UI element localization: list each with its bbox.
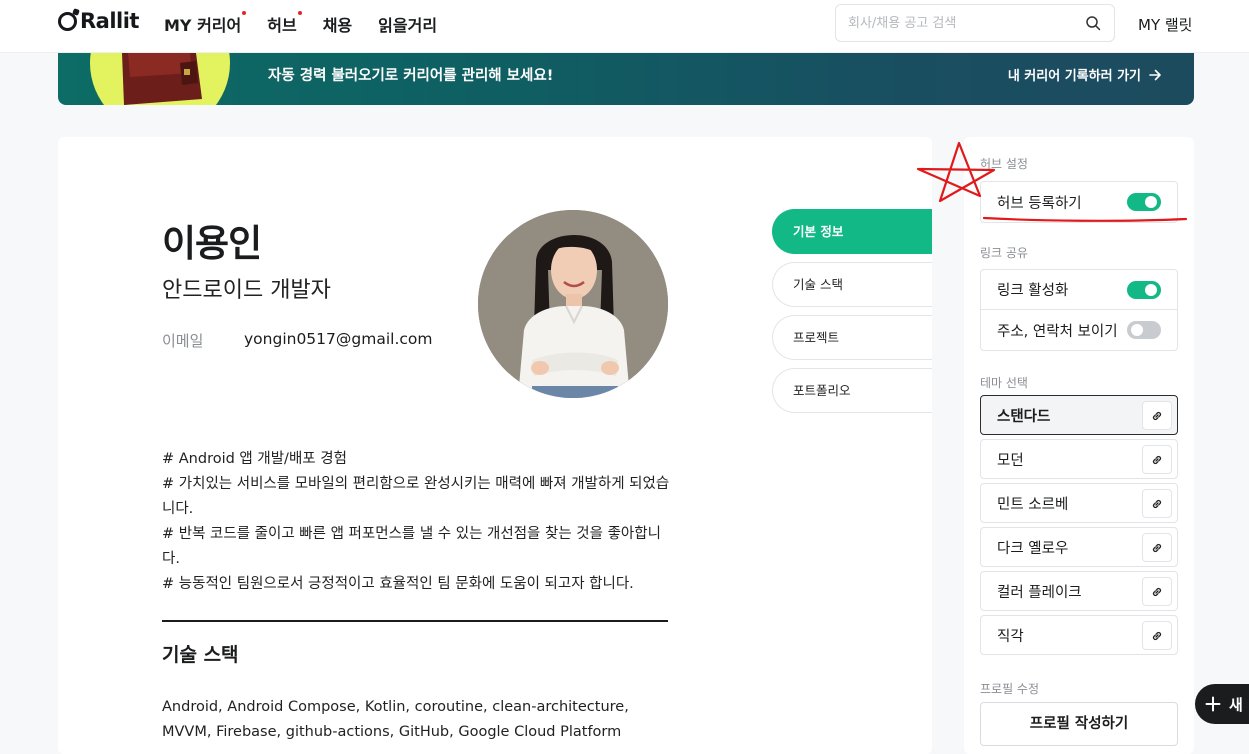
- tab-projects[interactable]: 프로젝트: [772, 315, 932, 360]
- intro-text: # Android 앱 개발/배포 경험 # 가치있는 서비스를 모바일의 편리…: [162, 447, 672, 597]
- tab-basic-info[interactable]: 기본 정보: [772, 209, 932, 254]
- link-share-label: 링크 공유: [980, 246, 1028, 260]
- tab-skills[interactable]: 기술 스택: [772, 262, 932, 307]
- link-icon[interactable]: [1142, 489, 1172, 518]
- nav-jobs[interactable]: 채용: [323, 12, 352, 36]
- profile-edit-label: 프로필 수정: [980, 682, 1040, 696]
- theme-dark-yellow[interactable]: 다크 옐로우: [980, 527, 1178, 567]
- profile-role: 안드로이드 개발자: [162, 278, 331, 303]
- theme-square[interactable]: 직각: [980, 615, 1178, 655]
- theme-label: 민트 소르베: [997, 496, 1069, 513]
- fab-label: 새: [1229, 695, 1243, 714]
- nav-hub[interactable]: 허브: [267, 11, 302, 36]
- skills-title: 기술 스택: [162, 644, 239, 666]
- banner-text: 자동 경력 불러오기로 커리어를 관리해 보세요!: [268, 68, 554, 84]
- nav-label: 채용: [322, 16, 353, 35]
- nav-my-career[interactable]: MY 커리어: [164, 11, 247, 36]
- search-input[interactable]: [836, 5, 1066, 41]
- theme-label: 스탠다드: [997, 408, 1051, 425]
- intro-line: # 가치있는 서비스를 모바일의 편리함으로 완성시키는 매력에 빠져 개발하게…: [162, 476, 670, 517]
- section-divider: [162, 620, 668, 622]
- link-icon[interactable]: [1142, 445, 1172, 474]
- top-navigation: Rallit MY 커리어 허브 채용 읽을거리 MY 랠릿: [0, 0, 1249, 53]
- hub-register-label: 허브 등록하기: [997, 195, 1082, 212]
- search-icon[interactable]: [1085, 15, 1101, 31]
- link-icon[interactable]: [1142, 621, 1172, 650]
- banner-link-label: 내 커리어 기록하러 가기: [1007, 69, 1141, 84]
- nav-label: 허브: [267, 16, 297, 35]
- hub-settings-label: 허브 설정: [980, 157, 1028, 171]
- link-active-label: 링크 활성화: [997, 283, 1069, 299]
- toggle-knob: [1145, 196, 1157, 208]
- contact-show-toggle[interactable]: [1127, 321, 1161, 339]
- new-dot: [297, 11, 302, 15]
- rallit-logo[interactable]: Rallit: [58, 9, 139, 33]
- skills-text: Android, Android Compose, Kotlin, corout…: [162, 699, 629, 740]
- nav-label: 읽을거리: [378, 16, 438, 35]
- theme-label: 다크 옐로우: [997, 540, 1069, 557]
- profile-name: 이용인: [162, 222, 262, 265]
- link-active-toggle[interactable]: [1127, 280, 1161, 299]
- toggle-knob: [1145, 283, 1157, 296]
- link-active-row: 링크 활성화: [981, 270, 1177, 310]
- theme-color-flake[interactable]: 컬러 플레이크: [980, 571, 1178, 611]
- email-label: 이메일: [162, 332, 204, 350]
- section-tabs: 기본 정보 기술 스택 프로젝트 포트폴리오: [772, 209, 932, 421]
- hub-register-row: 허브 등록하기: [981, 182, 1177, 222]
- nav-reading[interactable]: 읽을거리: [378, 12, 437, 36]
- logo-mark-icon: [58, 11, 77, 31]
- tab-portfolio[interactable]: 포트폴리오: [772, 368, 932, 413]
- career-banner[interactable]: 자동 경력 불러오기로 커리어를 관리해 보세요! 내 커리어 기록하러 가기: [58, 53, 1194, 105]
- theme-select-label: 테마 선택: [980, 376, 1028, 390]
- intro-line: # 반복 코드를 줄이고 빠른 앱 퍼포먼스를 낼 수 있는 개선점을 찾는 것…: [162, 526, 661, 567]
- arrow-right-icon: [1149, 69, 1161, 80]
- hub-settings-box: 허브 등록하기: [980, 181, 1178, 223]
- email-value: yongin0517@gmail.com: [244, 330, 433, 348]
- write-profile-button[interactable]: 프로필 작성하기: [980, 702, 1178, 746]
- theme-label: 컬러 플레이크: [997, 584, 1082, 601]
- contact-show-row: 주소, 연락처 보이기: [981, 310, 1177, 350]
- intro-line: # Android 앱 개발/배포 경험: [162, 451, 347, 467]
- toggle-knob: [1131, 324, 1143, 336]
- theme-modern[interactable]: 모던: [980, 439, 1178, 479]
- settings-panel: 허브 설정 허브 등록하기 링크 공유 링크 활성화 주소, 연락처 보이기 테…: [964, 137, 1194, 754]
- my-rallit-link[interactable]: MY 랠릿: [1138, 14, 1192, 35]
- intro-line: # 능동적인 팀원으로서 긍정적이고 효율적인 팀 문화에 도움이 되고자 합니…: [162, 576, 634, 592]
- nav-label: MY 커리어: [164, 16, 242, 35]
- theme-label: 직각: [997, 628, 1024, 645]
- banner-link[interactable]: 내 커리어 기록하러 가기: [1008, 65, 1162, 84]
- main-nav: MY 커리어 허브 채용 읽을거리: [164, 11, 437, 36]
- theme-mint-sorbet[interactable]: 민트 소르베: [980, 483, 1178, 523]
- search-box: [835, 4, 1115, 42]
- link-icon[interactable]: [1142, 401, 1172, 430]
- new-dot: [242, 11, 247, 15]
- theme-standard[interactable]: 스탠다드: [980, 395, 1178, 435]
- plus-icon: [1205, 696, 1221, 712]
- profile-photo: [478, 210, 668, 398]
- hub-register-toggle[interactable]: [1127, 193, 1161, 211]
- link-icon[interactable]: [1142, 577, 1172, 606]
- floating-new-button[interactable]: 새: [1195, 684, 1249, 724]
- theme-label: 모던: [997, 452, 1024, 469]
- wallet-icon: [122, 53, 202, 105]
- link-share-box: 링크 활성화 주소, 연락처 보이기: [980, 269, 1178, 351]
- logo-text: Rallit: [80, 9, 139, 33]
- contact-show-label: 주소, 연락처 보이기: [997, 323, 1118, 340]
- link-icon[interactable]: [1142, 533, 1172, 562]
